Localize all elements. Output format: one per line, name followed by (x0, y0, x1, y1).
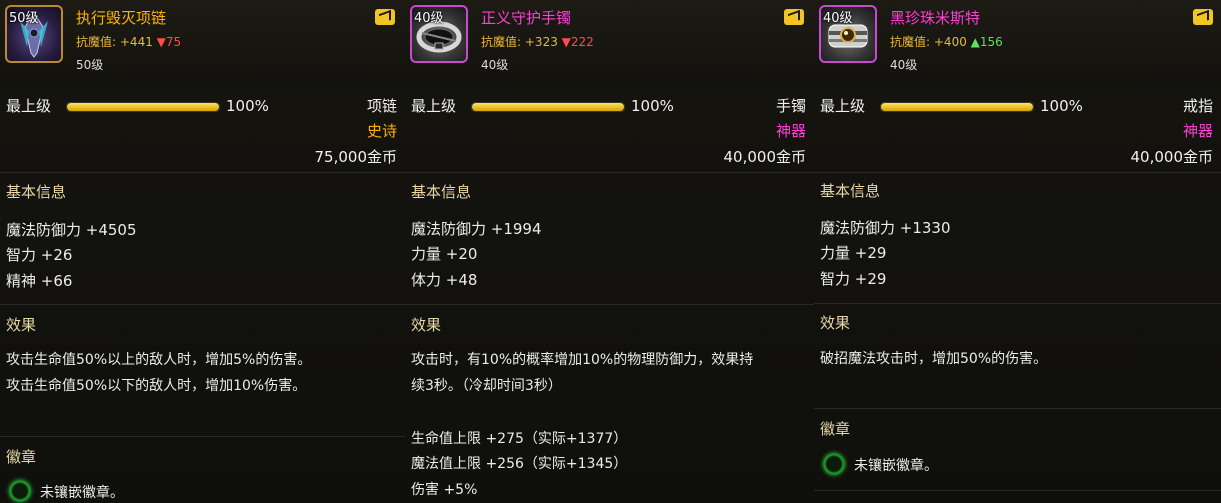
required-level: 50级 (76, 58, 104, 72)
basic-stat: 智力 +29 (820, 270, 887, 288)
tier-progress-fill (472, 103, 624, 111)
tooltip-header: 50级 执行毁灭项链 抗魔值: +441 ▼75 50级 (0, 0, 405, 88)
tier-row: 最上级 100% 项链 史诗 75,000金币 (0, 90, 405, 170)
share-icon[interactable] (784, 9, 804, 25)
basic-info-title: 基本信息 (820, 182, 881, 200)
item-tooltip-ring: 40级 黑珍珠米斯特 抗魔值: +400 ▲156 40级 最上级 100% 戒… (814, 0, 1221, 503)
tier-progress-fill (67, 103, 219, 111)
divider (0, 436, 405, 437)
item-level-badge: 40级 (414, 11, 444, 26)
stat-delta: 222 (570, 35, 594, 49)
stat-value: +400 (933, 35, 967, 49)
stat-value: +441 (119, 35, 153, 49)
item-tooltip-necklace: 50级 执行毁灭项链 抗魔值: +441 ▼75 50级 最上级 100% 项链… (0, 0, 405, 503)
tier-progress-fill (881, 103, 1033, 111)
effect-line: 续3秒。（冷却时间3秒） (411, 378, 562, 394)
tier-label: 最上级 (6, 97, 52, 115)
stat-value: +323 (524, 35, 558, 49)
item-rarity: 神器 (1182, 122, 1213, 140)
basic-stat: 魔法防御力 +1330 (820, 219, 951, 237)
item-slot: 戒指 (1182, 97, 1213, 115)
tooltip-header: 40级 正义守护手镯 抗魔值: +323 ▼222 40级 (405, 0, 814, 88)
divider (814, 172, 1221, 173)
share-icon[interactable] (375, 9, 395, 25)
effect-title: 效果 (820, 314, 851, 332)
item-name: 黑珍珠米斯特 (890, 9, 981, 27)
divider (0, 172, 405, 173)
effect-title: 效果 (6, 316, 37, 334)
item-price: 40,000金币 (723, 148, 807, 166)
emblem-slot-icon[interactable] (9, 480, 31, 502)
tier-percent: 100% (226, 97, 269, 115)
item-slot: 手镯 (775, 97, 806, 115)
item-price: 75,000金币 (314, 148, 398, 166)
emblem-title: 徽章 (820, 420, 851, 438)
tier-row: 最上级 100% 手镯 神器 40,000金币 (405, 90, 814, 170)
share-icon[interactable] (1193, 9, 1213, 25)
divider (405, 304, 814, 305)
item-compare-view: 50级 执行毁灭项链 抗魔值: +441 ▼75 50级 最上级 100% 项链… (0, 0, 1221, 503)
item-rarity: 神器 (775, 122, 806, 140)
stat-delta: 156 (979, 35, 1003, 49)
bracelet-icon: 40级 (410, 5, 468, 63)
stat-label: 抗魔值: (76, 35, 117, 49)
tier-label: 最上级 (820, 97, 866, 115)
magic-resist-line: 抗魔值: +441 ▼75 (76, 33, 181, 50)
stat-label: 抗魔值: (890, 35, 931, 49)
item-rarity: 史诗 (366, 122, 397, 140)
basic-stat: 精神 +66 (6, 272, 73, 290)
basic-stat: 魔法防御力 +4505 (6, 221, 137, 239)
tier-label: 最上级 (411, 97, 457, 115)
emblem-title: 徽章 (6, 448, 37, 466)
extra-stat: 生命值上限 +275（实际+1377） (411, 431, 628, 447)
item-name: 执行毁灭项链 (76, 9, 167, 27)
basic-stat: 体力 +48 (411, 271, 478, 289)
effect-line: 攻击生命值50%以上的敌人时，增加5%的伤害。 (6, 352, 312, 368)
item-level-badge: 40级 (823, 11, 853, 26)
effect-line: 破招魔法攻击时，增加50%的伤害。 (820, 351, 1048, 367)
magic-resist-line: 抗魔值: +323 ▼222 (481, 33, 594, 50)
tier-percent: 100% (1040, 97, 1083, 115)
item-price: 40,000金币 (1130, 148, 1214, 166)
tier-progress-bar (880, 102, 1034, 112)
tier-progress-bar (471, 102, 625, 112)
divider (814, 408, 1221, 409)
basic-stat: 力量 +20 (411, 245, 478, 263)
stat-delta-arrow: ▼ (561, 35, 571, 49)
stat-label: 抗魔值: (481, 35, 522, 49)
emblem-status: 未镶嵌徽章。 (40, 485, 124, 501)
effect-line: 攻击生命值50%以下的敌人时，增加10%伤害。 (6, 378, 307, 394)
item-slot: 项链 (366, 97, 397, 115)
basic-info-title: 基本信息 (411, 183, 472, 201)
divider (814, 490, 1221, 491)
effect-title: 效果 (411, 316, 442, 334)
divider (814, 303, 1221, 304)
divider (405, 172, 814, 173)
required-level: 40级 (890, 58, 918, 72)
necklace-icon: 50级 (5, 5, 63, 63)
item-tooltip-bracelet: 40级 正义守护手镯 抗魔值: +323 ▼222 40级 最上级 100% 手… (405, 0, 814, 503)
stat-delta-arrow: ▲ (970, 35, 980, 49)
stat-delta: 75 (165, 35, 182, 49)
tier-progress-bar (66, 102, 220, 112)
item-name: 正义守护手镯 (481, 9, 572, 27)
item-level-badge: 50级 (9, 11, 39, 26)
ring-icon: 40级 (819, 5, 877, 63)
emblem-slot-icon[interactable] (823, 453, 845, 475)
divider (0, 304, 405, 305)
effect-line: 攻击时，有10%的概率增加10%的物理防御力，效果持 (411, 352, 754, 368)
tier-row: 最上级 100% 戒指 神器 40,000金币 (814, 90, 1221, 170)
emblem-status: 未镶嵌徽章。 (854, 458, 938, 474)
basic-stat: 力量 +29 (820, 244, 887, 262)
required-level: 40级 (481, 58, 509, 72)
tier-percent: 100% (631, 97, 674, 115)
extra-stat: 魔法值上限 +256（实际+1345） (411, 456, 628, 472)
extra-stat: 伤害 +5% (411, 482, 478, 498)
magic-resist-line: 抗魔值: +400 ▲156 (890, 33, 1003, 50)
tooltip-header: 40级 黑珍珠米斯特 抗魔值: +400 ▲156 40级 (814, 0, 1221, 88)
basic-stat: 智力 +26 (6, 246, 73, 264)
stat-delta-arrow: ▼ (156, 35, 166, 49)
basic-info-title: 基本信息 (6, 183, 67, 201)
basic-stat: 魔法防御力 +1994 (411, 220, 542, 238)
